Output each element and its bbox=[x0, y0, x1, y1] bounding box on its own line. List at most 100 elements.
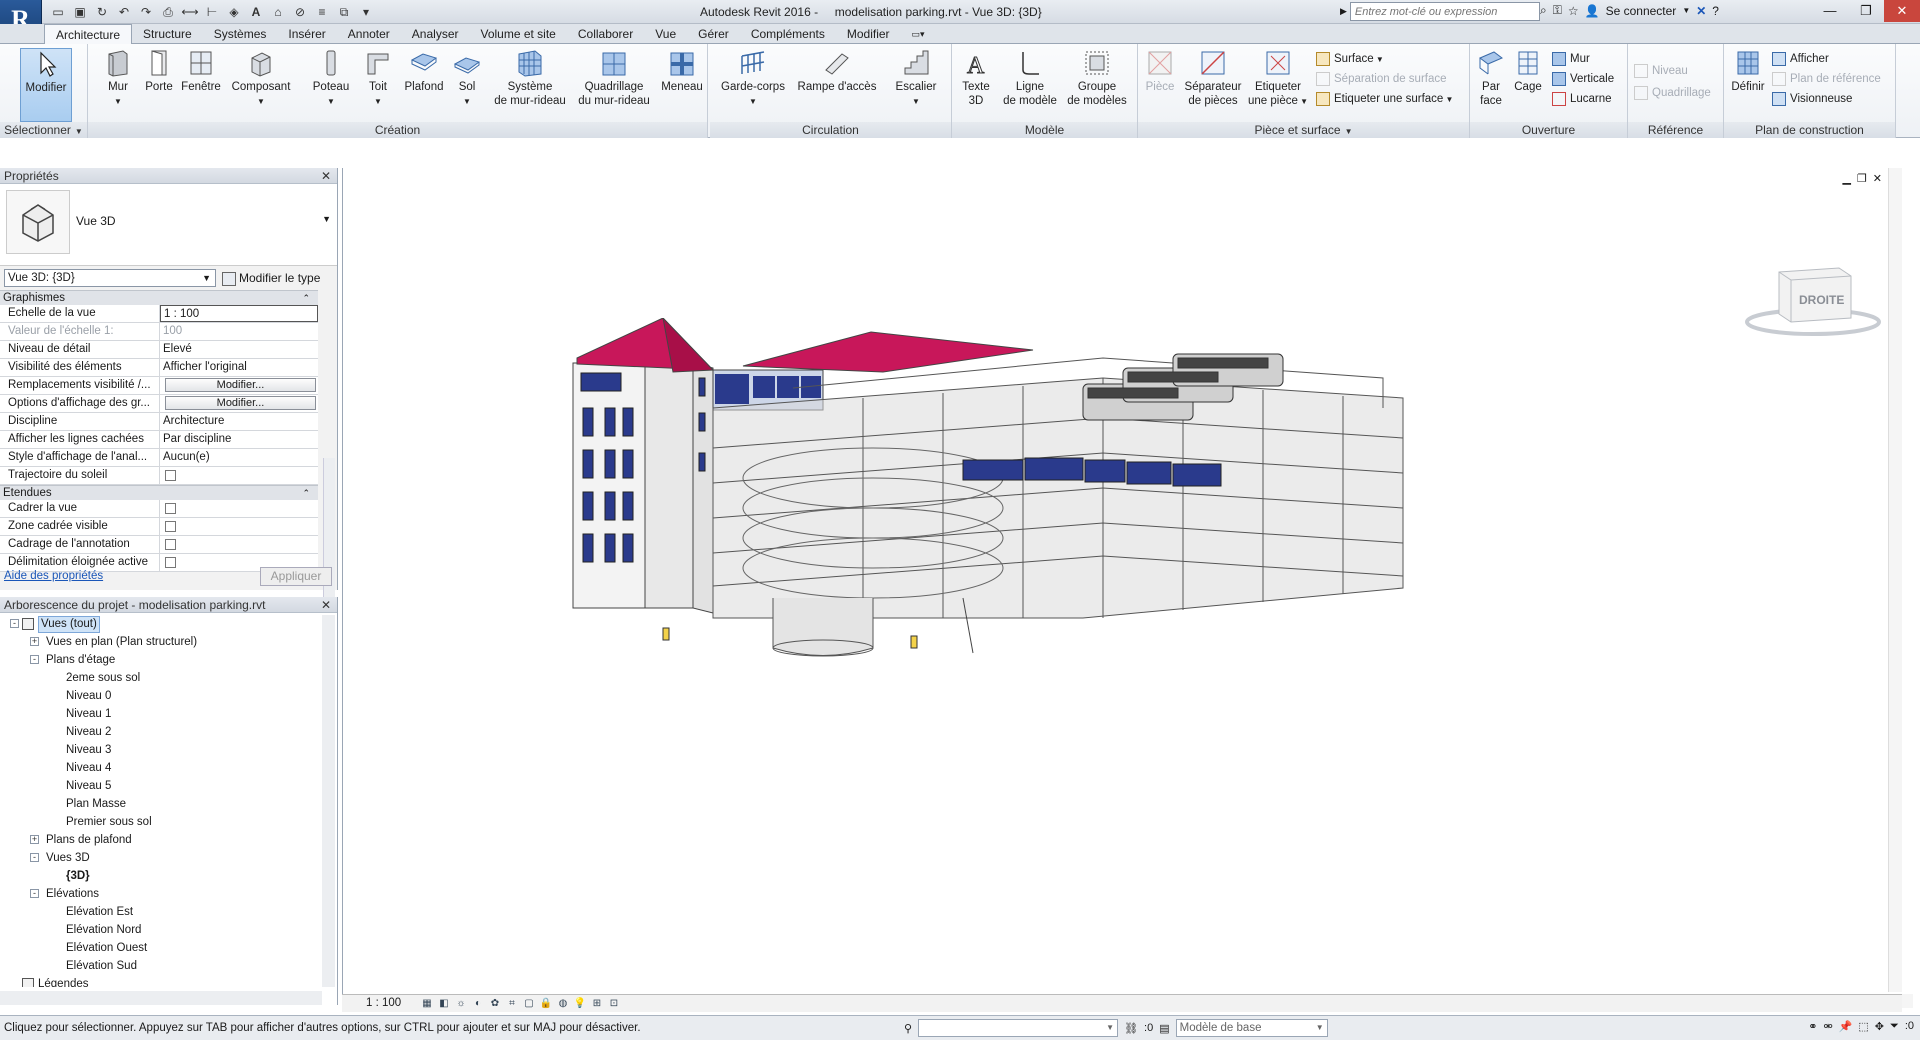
select-links-icon[interactable]: ⚭ bbox=[1808, 1020, 1817, 1033]
area-boundary-button[interactable]: Séparation de surface bbox=[1316, 70, 1447, 88]
collapse-node-icon[interactable]: - bbox=[10, 619, 19, 628]
ceiling-button[interactable]: Plafond bbox=[400, 48, 448, 94]
window-button[interactable]: Fenêtre bbox=[178, 48, 224, 94]
tag-area-button[interactable]: Etiqueter une surface ▼ bbox=[1316, 90, 1453, 108]
expand-node-icon[interactable]: + bbox=[30, 835, 39, 844]
select-pinned-icon[interactable]: 📌 bbox=[1839, 1020, 1853, 1033]
panel-label-piece[interactable]: Pièce et surface ▼ bbox=[1138, 122, 1469, 138]
lock-view-icon[interactable]: 🔒 bbox=[539, 997, 553, 1010]
thin-lines-icon[interactable]: ≡ bbox=[312, 3, 332, 21]
tree-node[interactable]: Premier sous sol bbox=[0, 813, 322, 831]
render-icon[interactable]: ✿ bbox=[488, 997, 502, 1010]
expand-node-icon[interactable]: + bbox=[30, 637, 39, 646]
model-line-button[interactable]: Ligne de modèle bbox=[1000, 48, 1060, 108]
wall-opening-button[interactable]: Mur bbox=[1552, 50, 1590, 68]
3d-view-icon[interactable]: ⌂ bbox=[268, 3, 288, 21]
tree-node[interactable]: 2eme sous sol bbox=[0, 669, 322, 687]
model-group-button[interactable]: Groupe de modèles bbox=[1062, 48, 1132, 108]
tree-node[interactable]: Niveau 2 bbox=[0, 723, 322, 741]
close-hidden-icon[interactable]: ⧉ bbox=[334, 3, 354, 21]
tree-node[interactable]: Elévation Sud bbox=[0, 957, 322, 975]
tree-node[interactable]: + Vues en plan (Plan structurel) bbox=[0, 633, 322, 651]
close-icon[interactable]: ✕ bbox=[321, 597, 331, 613]
drag-on-selection-icon[interactable]: ✥ bbox=[1875, 1020, 1884, 1033]
chevron-down-icon[interactable]: ▼ bbox=[1682, 6, 1690, 15]
view-instance-dropdown[interactable]: Vue 3D: {3D} ▼ bbox=[4, 269, 216, 287]
signin-link[interactable]: Se connecter bbox=[1606, 4, 1677, 18]
tree-node[interactable]: - Vues (tout) bbox=[0, 615, 322, 633]
reference-plane-button[interactable]: Plan de référence bbox=[1772, 70, 1881, 88]
tree-node[interactable]: Plan Masse bbox=[0, 795, 322, 813]
tag-room-button[interactable]: Etiqueter une pièce ▼ bbox=[1248, 48, 1308, 109]
property-checkbox[interactable] bbox=[165, 503, 176, 514]
minimize-button[interactable]: — bbox=[1812, 0, 1848, 22]
tab-architecture[interactable]: Architecture bbox=[44, 24, 133, 45]
floor-button[interactable]: Sol ▼ bbox=[450, 48, 484, 109]
drawing-area[interactable]: ▁ ❐ ✕ DROITE bbox=[342, 168, 1913, 1010]
show-workplane-button[interactable]: Afficher bbox=[1772, 50, 1829, 68]
sync-icon[interactable]: ↻ bbox=[92, 3, 112, 21]
room-separator-button[interactable]: Séparateur de pièces bbox=[1180, 48, 1246, 108]
roof-button[interactable]: Toit ▼ bbox=[358, 48, 398, 109]
collapse-icon[interactable]: ⌃ bbox=[302, 291, 310, 306]
tab-structure[interactable]: Structure bbox=[132, 24, 203, 44]
tree-node[interactable]: - Vues 3D bbox=[0, 849, 322, 867]
railing-button[interactable]: Garde-corps ▼ bbox=[716, 48, 790, 109]
select-underlay-icon[interactable]: ⚮ bbox=[1823, 1020, 1832, 1033]
maximize-button[interactable]: ❐ bbox=[1848, 0, 1884, 22]
room-button[interactable]: Pièce bbox=[1142, 48, 1178, 94]
search-input[interactable] bbox=[1349, 2, 1540, 21]
collapse-icon[interactable]: ⌃ bbox=[302, 486, 310, 501]
tab-volume-et-site[interactable]: Volume et site bbox=[469, 24, 566, 44]
wall-button[interactable]: Mur ▼ bbox=[98, 48, 138, 109]
property-value[interactable] bbox=[160, 518, 318, 535]
detail-level-icon[interactable]: ▦ bbox=[420, 997, 434, 1010]
tree-node[interactable]: - Plans d'étage bbox=[0, 651, 322, 669]
collapse-node-icon[interactable]: - bbox=[30, 655, 39, 664]
property-group-header[interactable]: Etendues ⌃ bbox=[0, 485, 318, 500]
viewcube[interactable]: DROITE bbox=[1743, 260, 1883, 343]
expand-arrow-icon[interactable]: ▶ bbox=[1340, 6, 1347, 17]
door-button[interactable]: Porte bbox=[140, 48, 178, 94]
property-value[interactable]: Modifier... bbox=[160, 395, 318, 412]
property-value[interactable]: Par discipline bbox=[160, 431, 318, 448]
property-value[interactable] bbox=[160, 500, 318, 517]
tree-node[interactable]: Légendes bbox=[0, 975, 322, 987]
tab-annoter[interactable]: Annoter bbox=[337, 24, 401, 44]
visual-style-icon[interactable]: ◧ bbox=[437, 997, 451, 1010]
minimize-view-icon[interactable]: ▁ bbox=[1842, 172, 1850, 185]
reveal-hidden-icon[interactable]: 💡 bbox=[573, 997, 587, 1010]
property-value[interactable]: Aucun(e) bbox=[160, 449, 318, 466]
switch-windows-icon[interactable]: ▾ bbox=[356, 3, 376, 21]
tab-gerer[interactable]: Gérer bbox=[687, 24, 740, 44]
apply-button[interactable]: Appliquer bbox=[260, 567, 332, 586]
tree-node[interactable]: {3D} bbox=[0, 867, 322, 885]
tree-node[interactable]: Niveau 1 bbox=[0, 705, 322, 723]
show-crop-icon[interactable]: ▢ bbox=[522, 997, 536, 1010]
editing-requests-icon[interactable]: ⛓ bbox=[1124, 1022, 1138, 1035]
sun-path-icon[interactable]: ☼ bbox=[454, 997, 468, 1010]
ribbon-toggle-icon[interactable]: ▭▾ bbox=[901, 24, 936, 44]
set-workplane-button[interactable]: Définir bbox=[1728, 48, 1768, 94]
tree-node[interactable]: - Elévations bbox=[0, 885, 322, 903]
viewer-button[interactable]: Visionneuse bbox=[1772, 90, 1852, 108]
modify-button[interactable]: Modifier bbox=[20, 48, 72, 122]
property-checkbox[interactable] bbox=[165, 521, 176, 532]
property-checkbox[interactable] bbox=[165, 470, 176, 481]
restore-view-icon[interactable]: ❐ bbox=[1857, 172, 1867, 185]
view-scale[interactable]: 1 : 100 bbox=[366, 997, 401, 1009]
tree-node[interactable]: Niveau 5 bbox=[0, 777, 322, 795]
ramp-button[interactable]: Rampe d'accès bbox=[794, 48, 880, 94]
canvas-vertical-scrollbar[interactable] bbox=[1888, 168, 1902, 992]
print-icon[interactable]: ⎙ bbox=[158, 3, 178, 21]
curtain-grid-button[interactable]: Quadrillage du mur-rideau bbox=[572, 48, 656, 108]
crop-view-icon[interactable]: ⌗ bbox=[505, 997, 519, 1010]
favorites-star-icon[interactable]: ☆ bbox=[1568, 4, 1579, 18]
edit-property-button[interactable]: Modifier... bbox=[165, 396, 316, 410]
worksets-icon[interactable]: ⚲ bbox=[904, 1022, 912, 1035]
close-icon[interactable]: ✕ bbox=[321, 168, 331, 184]
property-value[interactable]: Elevé bbox=[160, 341, 318, 358]
model-text-button[interactable]: A Texte 3D bbox=[956, 48, 996, 108]
edit-property-button[interactable]: Modifier... bbox=[165, 378, 316, 392]
level-button[interactable]: Niveau bbox=[1634, 62, 1688, 80]
